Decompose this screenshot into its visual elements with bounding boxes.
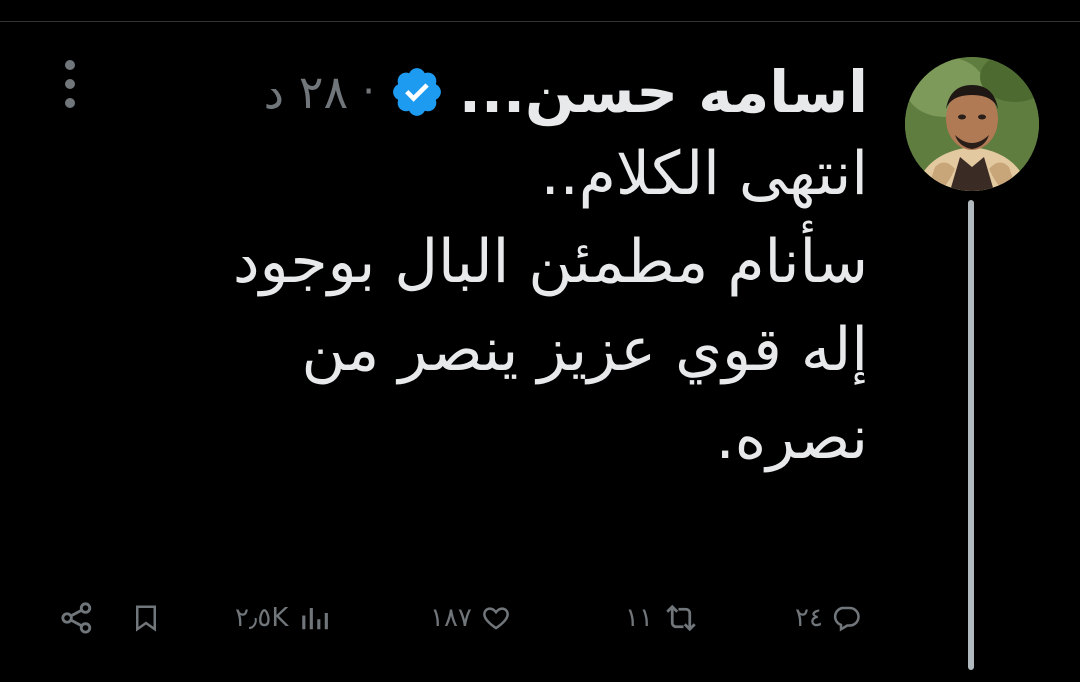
share-button[interactable] [60,590,94,646]
tweet-actions-bar: ٢٤ ١١ ١٨٧ ٢٫٥K [0,590,1080,646]
tweet-text: انتهى الكلام.. سأنام مطمئن البال بوجود إ… [108,130,868,482]
tweet-header: اسامه حسن... · ٢٨ د [264,42,868,142]
share-icon [60,601,94,635]
tweet-line: انتهى الكلام.. [540,139,868,209]
views-count: ٢٫٥K [235,603,289,633]
avatar[interactable] [905,57,1039,191]
tweet-line: إله قوي عزيز ينصر من [301,315,868,385]
verified-badge-icon [389,64,445,120]
more-dots-icon[interactable] [58,60,82,108]
top-divider [0,21,1080,22]
author-name[interactable]: اسامه حسن... [459,58,868,126]
views-button[interactable]: ٢٫٥K [235,590,336,646]
like-button[interactable]: ١٨٧ [430,590,512,646]
tweet-line: سأنام مطمئن البال بوجود [232,227,868,297]
retweet-button[interactable]: ١١ [625,590,701,646]
heart-icon [480,603,512,633]
tweet-line: نصره. [715,403,868,473]
reply-button[interactable]: ٢٤ [795,590,861,646]
bookmark-button[interactable] [131,590,161,646]
like-count: ١٨٧ [430,603,472,633]
bookmark-icon [131,602,161,634]
views-chart-icon [296,603,336,633]
timestamp[interactable]: ٢٨ د [264,65,349,119]
retweet-icon [661,603,701,633]
retweet-count: ١١ [625,603,653,633]
reply-icon [831,603,861,633]
reply-count: ٢٤ [795,603,823,633]
avatar-image [905,57,1039,191]
header-separator: · [362,69,375,115]
